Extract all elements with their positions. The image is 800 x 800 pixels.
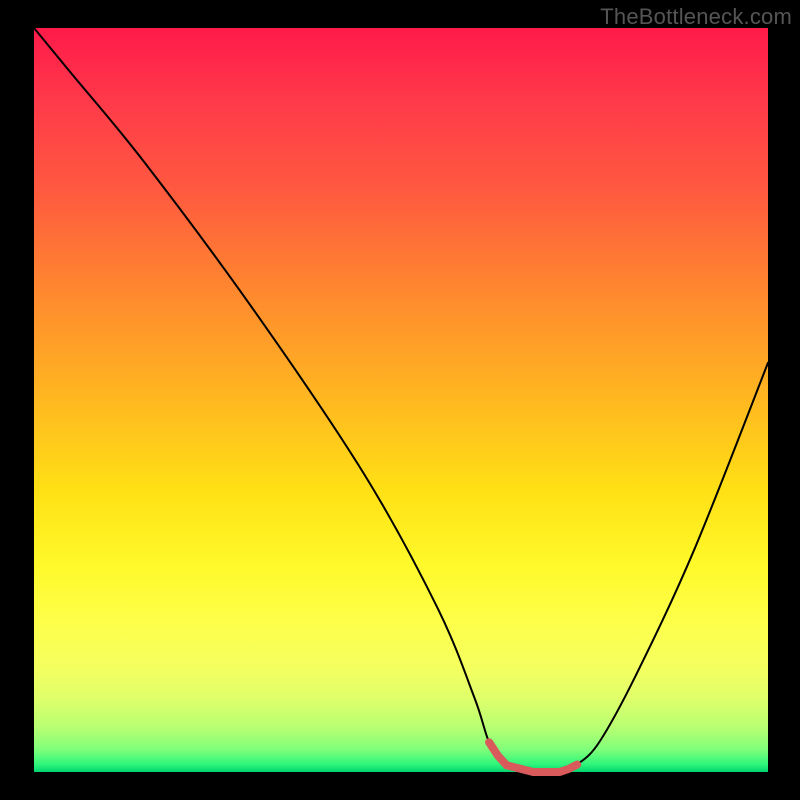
chart-plot-area [34, 28, 768, 772]
optimal-range-highlight [489, 742, 577, 772]
watermark-text: TheBottleneck.com [600, 4, 792, 30]
chart-svg [34, 28, 768, 772]
bottleneck-curve [34, 28, 768, 773]
